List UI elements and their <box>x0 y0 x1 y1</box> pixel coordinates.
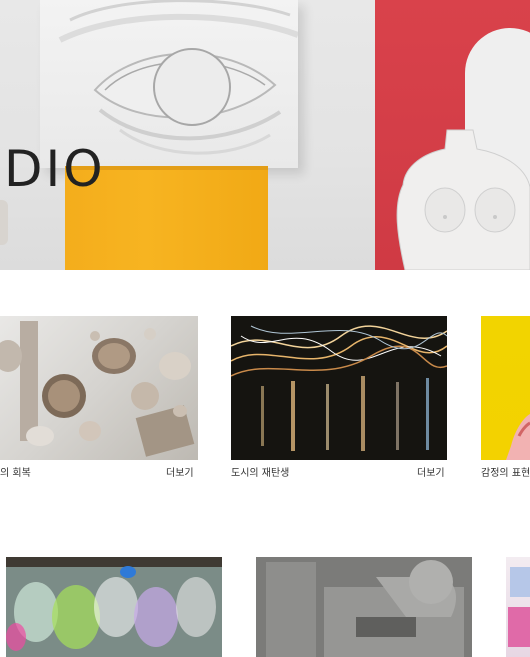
card-image-stone-relief[interactable] <box>256 557 472 657</box>
hero-wordmark: DIO <box>4 140 106 198</box>
hero-banner: DIO <box>0 0 530 270</box>
glassware-illustration <box>6 557 222 657</box>
card-title: 감정의 표현 <box>481 468 530 479</box>
gallery-card-6[interactable] <box>506 557 530 657</box>
plaster-torso-sculpture <box>396 129 530 270</box>
card-image-wood-slices[interactable] <box>0 316 198 460</box>
plaster-fragment <box>0 200 8 245</box>
more-link[interactable]: 더보기 <box>417 464 445 479</box>
card-image-yellow[interactable] <box>481 316 530 460</box>
more-link[interactable]: 더보기 <box>166 464 194 479</box>
stone-relief-illustration <box>256 557 472 657</box>
card-image-colorful[interactable] <box>506 557 530 657</box>
card-title: 도시의 재탄생 <box>231 468 290 479</box>
card-title: 의 회복 <box>0 468 31 479</box>
yellow-illustration <box>506 414 530 460</box>
card-image-city-lights[interactable] <box>231 316 447 460</box>
gallery-card-5[interactable] <box>256 557 472 657</box>
gallery-card-2[interactable]: 도시의 재탄생 더보기 <box>231 316 447 481</box>
gallery-card-1[interactable]: 의 회복 더보기 <box>0 316 198 481</box>
city-lights-illustration <box>231 316 447 460</box>
colorful-illustration <box>508 567 530 647</box>
gallery-card-4[interactable] <box>6 557 222 657</box>
gallery-card-3[interactable]: 감정의 표현 <box>481 316 530 481</box>
wood-slices-illustration <box>0 321 195 457</box>
card-image-glassware[interactable] <box>6 557 222 657</box>
